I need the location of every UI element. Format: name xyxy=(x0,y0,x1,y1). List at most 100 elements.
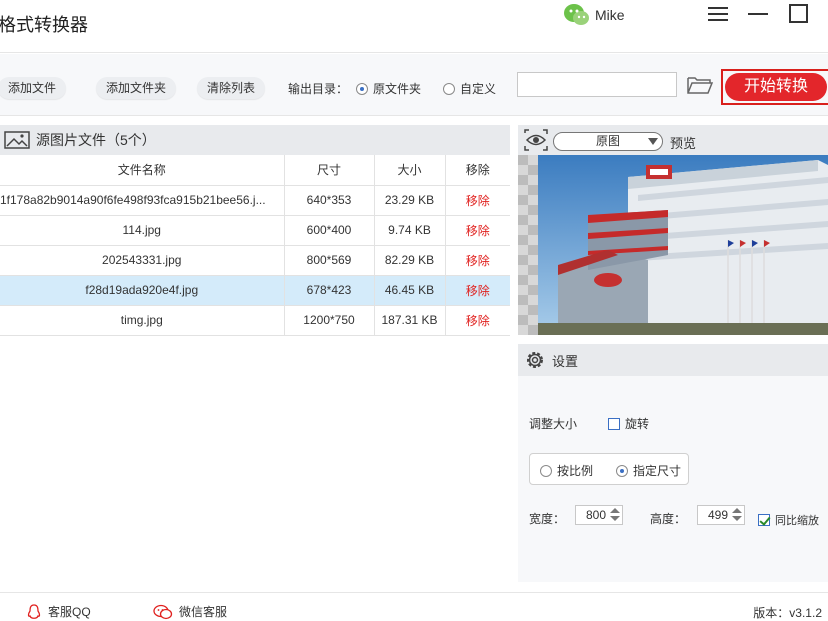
radio-source-folder[interactable]: 原文件夹 xyxy=(356,80,421,97)
view-mode-value: 原图 xyxy=(595,134,620,148)
output-path-input[interactable] xyxy=(517,72,677,97)
file-name-cell: timg.jpg xyxy=(0,305,285,336)
preview-label: 预览 xyxy=(670,136,697,151)
wechat-avatar-icon xyxy=(564,4,589,25)
view-mode-select[interactable]: 原图 xyxy=(553,132,663,151)
radio-by-ratio-label: 按比例 xyxy=(557,464,594,478)
start-button-frame: 开始转换 xyxy=(721,69,828,105)
version-label: 版本：v3.1.2 xyxy=(753,606,822,620)
height-value: 499 xyxy=(707,508,728,522)
keep-ratio-label: 同比缩放 xyxy=(775,515,819,527)
file-name-cell: 1f178a82b9014a90f6fe498f93fca915b21bee56… xyxy=(0,185,285,216)
file-list-title: 源图片文件（5个） xyxy=(36,132,156,148)
wechat-support-link[interactable]: 微信客服 xyxy=(153,603,227,620)
toolbar: 添加文件 添加文件夹 清除列表 输出目录： 原文件夹 自定义 开始转换 xyxy=(0,54,828,116)
file-list-header: 源图片文件（5个） xyxy=(0,125,510,155)
file-size-cell: 187.31 KB xyxy=(374,305,446,336)
qq-support-label: 客服QQ xyxy=(48,605,91,619)
table-header-row: 文件名称 尺寸 大小 移除 xyxy=(0,155,510,186)
file-size-cell: 23.29 KB xyxy=(374,185,446,216)
file-name-cell: 202543331.jpg xyxy=(0,245,285,276)
preview-image xyxy=(518,155,828,335)
preview-header: 原图 预览 xyxy=(518,125,828,155)
building-photo xyxy=(518,155,828,335)
column-header-remove: 移除 xyxy=(445,155,510,186)
settings-title: 设置 xyxy=(552,353,579,369)
maximize-icon[interactable] xyxy=(787,4,811,24)
app-window: 格式转换器 Mike 添加文件 添加文件夹 清除列表 输出目录： 原文件夹 自定… xyxy=(0,0,828,621)
qq-support-link[interactable]: 客服QQ xyxy=(26,603,91,620)
rotate-checkbox-box xyxy=(608,417,620,430)
file-dimensions-cell: 600*400 xyxy=(284,215,375,246)
remove-link[interactable]: 移除 xyxy=(466,194,490,208)
clear-list-button[interactable]: 清除列表 xyxy=(197,77,266,99)
open-folder-icon[interactable] xyxy=(686,74,714,96)
app-title: 格式转换器 xyxy=(0,15,88,35)
radio-fixed-size[interactable]: 指定尺寸 xyxy=(616,462,681,479)
start-convert-button[interactable]: 开始转换 xyxy=(725,73,827,101)
settings-body: 调整大小 旋转 按比例 指定尺寸 宽度： 800 高度： 499 同比缩放 xyxy=(518,376,828,582)
file-name-cell: 114.jpg xyxy=(0,215,285,246)
user-account[interactable]: Mike xyxy=(563,0,625,30)
radio-custom-label: 自定义 xyxy=(460,82,497,96)
table-row[interactable]: 202543331.jpg 800*569 82.29 KB 移除 xyxy=(0,245,510,276)
file-size-cell: 46.45 KB xyxy=(374,275,446,306)
keep-ratio-checkbox[interactable]: 同比缩放 xyxy=(758,512,819,528)
radio-fixed-size-dot xyxy=(616,464,628,477)
radio-custom[interactable]: 自定义 xyxy=(443,80,496,97)
radio-fixed-size-label: 指定尺寸 xyxy=(633,464,682,478)
add-folder-button[interactable]: 添加文件夹 xyxy=(96,77,177,99)
menu-icon[interactable] xyxy=(706,4,730,24)
height-label: 高度： xyxy=(650,512,687,526)
wechat-icon xyxy=(153,604,173,619)
image-icon xyxy=(4,131,30,149)
radio-source-folder-label: 原文件夹 xyxy=(373,82,422,96)
table-row[interactable]: timg.jpg 1200*750 187.31 KB 移除 xyxy=(0,305,510,336)
settings-header: 设置 xyxy=(518,344,828,376)
minimize-icon[interactable] xyxy=(747,4,771,24)
width-label: 宽度： xyxy=(529,512,566,526)
column-header-dimensions: 尺寸 xyxy=(284,155,375,186)
output-dir-label: 输出目录： xyxy=(288,82,349,96)
column-header-name: 文件名称 xyxy=(0,155,285,186)
table-row[interactable]: 1f178a82b9014a90f6fe498f93fca915b21bee56… xyxy=(0,185,510,216)
remove-link[interactable]: 移除 xyxy=(466,224,490,238)
file-size-cell: 9.74 KB xyxy=(374,215,446,246)
radio-custom-dot xyxy=(443,82,455,95)
file-name-cell: f28d19ada920e4f.jpg xyxy=(0,275,285,306)
chevron-down-icon xyxy=(648,138,658,145)
remove-link[interactable]: 移除 xyxy=(466,314,490,328)
height-stepper-arrows-icon[interactable] xyxy=(732,508,742,522)
remove-link[interactable]: 移除 xyxy=(466,254,490,268)
width-stepper[interactable]: 800 xyxy=(575,505,623,525)
table-row[interactable]: 114.jpg 600*400 9.74 KB 移除 xyxy=(0,215,510,246)
eye-icon xyxy=(524,129,548,151)
column-header-size: 大小 xyxy=(374,155,446,186)
resize-mode-group: 按比例 指定尺寸 xyxy=(529,453,689,485)
qq-icon xyxy=(27,603,41,619)
radio-by-ratio-dot xyxy=(540,464,552,477)
footer-bar: 客服QQ 微信客服 版本：v3.1.2 xyxy=(0,592,828,621)
width-stepper-arrows-icon[interactable] xyxy=(610,508,620,522)
add-file-button[interactable]: 添加文件 xyxy=(0,77,67,99)
file-dimensions-cell: 800*569 xyxy=(284,245,375,276)
file-dimensions-cell: 678*423 xyxy=(284,275,375,306)
keep-ratio-checkbox-box xyxy=(758,514,770,526)
preview-panel: 原图 预览 设置 调整大小 旋转 按比例 指定尺寸 宽度： 800 高度： 49… xyxy=(518,125,828,582)
file-list-panel: 源图片文件（5个） 文件名称 尺寸 大小 移除 1f178a82b9014a90… xyxy=(0,125,510,582)
resize-label: 调整大小 xyxy=(529,417,578,431)
table-row-selected[interactable]: f28d19ada920e4f.jpg 678*423 46.45 KB 移除 xyxy=(0,275,510,306)
width-value: 800 xyxy=(585,508,606,522)
user-name: Mike xyxy=(595,7,625,23)
height-stepper[interactable]: 499 xyxy=(697,505,745,525)
remove-link[interactable]: 移除 xyxy=(466,284,490,298)
rotate-label: 旋转 xyxy=(625,417,650,431)
radio-by-ratio[interactable]: 按比例 xyxy=(540,462,593,479)
rotate-checkbox[interactable]: 旋转 xyxy=(608,415,649,432)
file-dimensions-cell: 1200*750 xyxy=(284,305,375,336)
file-dimensions-cell: 640*353 xyxy=(284,185,375,216)
gear-icon xyxy=(527,352,543,368)
title-bar: 格式转换器 Mike xyxy=(0,0,828,53)
file-size-cell: 82.29 KB xyxy=(374,245,446,276)
wechat-support-label: 微信客服 xyxy=(179,605,228,619)
